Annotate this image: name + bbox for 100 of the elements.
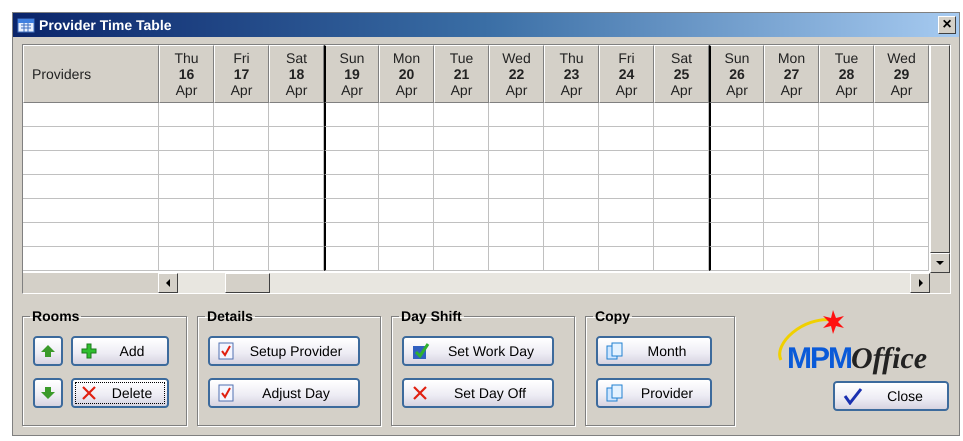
table-cell (819, 127, 874, 151)
table-cell (269, 223, 324, 247)
move-up-button[interactable] (33, 336, 63, 366)
scroll-thumb[interactable] (225, 273, 270, 293)
day-column-header[interactable]: Sun 26 Apr (709, 45, 764, 103)
table-cell (379, 223, 434, 247)
column-header[interactable]: Providers (23, 45, 159, 103)
horizontal-scrollbar[interactable] (23, 273, 930, 293)
day-column-header[interactable]: Sat 25 Apr (654, 45, 709, 103)
table-cell (434, 199, 489, 223)
table-cell (269, 175, 324, 199)
table-cell (599, 247, 654, 271)
action-button[interactable]: Set Day Off (402, 378, 554, 408)
move-down-button[interactable] (33, 378, 63, 408)
day-column-header[interactable]: Thu 23 Apr (544, 45, 599, 103)
table-cell (599, 223, 654, 247)
day-column-header[interactable]: Wed 22 Apr (489, 45, 544, 103)
table-cell (764, 175, 819, 199)
table-cell (269, 103, 324, 127)
action-button[interactable]: Adjust Day (208, 378, 360, 408)
table-cell (324, 175, 379, 199)
table-cell (764, 151, 819, 175)
table-cell (214, 223, 269, 247)
table-cell (709, 127, 764, 151)
day-column-header[interactable]: Fri 17 Apr (214, 45, 269, 103)
table-cell (434, 151, 489, 175)
table-cell (764, 223, 819, 247)
table-cell (159, 199, 214, 223)
table-cell (324, 199, 379, 223)
table-cell (654, 151, 709, 175)
day-column-header[interactable]: Sat 18 Apr (269, 45, 324, 103)
day-column-header[interactable]: Sun 19 Apr (324, 45, 379, 103)
table-cell (874, 151, 929, 175)
table-cell (214, 151, 269, 175)
group-title: Rooms (31, 308, 80, 324)
window-title: Provider Time Table (39, 17, 173, 33)
action-button[interactable]: Set Work Day (402, 336, 554, 366)
close-dialog-button[interactable]: Close (833, 381, 949, 411)
day-column-header[interactable]: Thu 16 Apr (159, 45, 214, 103)
table-cell (159, 175, 214, 199)
table-cell (599, 127, 654, 151)
table-cell (214, 127, 269, 151)
action-button[interactable]: Add (71, 336, 169, 366)
table-cell (654, 127, 709, 151)
table-cell (544, 247, 599, 271)
plus-icon (81, 343, 97, 359)
action-button[interactable]: Provider (596, 378, 712, 408)
table-cell (324, 223, 379, 247)
table-cell (654, 103, 709, 127)
table-cell (379, 103, 434, 127)
table-cell (654, 223, 709, 247)
action-button[interactable]: Delete (71, 378, 169, 408)
table-cell (819, 199, 874, 223)
table-cell (489, 199, 544, 223)
day-column-header[interactable]: Wed 29 Apr (874, 45, 929, 103)
scroll-right-button[interactable] (910, 273, 930, 293)
scrollbar-corner (930, 273, 950, 293)
day-column-header[interactable]: Tue 21 Apr (434, 45, 489, 103)
day-column-header[interactable]: Tue 28 Apr (819, 45, 874, 103)
table-cell (709, 151, 764, 175)
day-column-header[interactable]: Mon 20 Apr (379, 45, 434, 103)
checked-document-icon (218, 384, 234, 402)
close-button[interactable]: × (938, 16, 956, 34)
table-cell (434, 127, 489, 151)
table-cell (709, 247, 764, 271)
day-column-header[interactable]: Fri 24 Apr (599, 45, 654, 103)
calendar-icon (17, 17, 35, 33)
table-cell (379, 199, 434, 223)
cross-icon (412, 385, 428, 401)
cross-icon (81, 385, 97, 401)
up-arrow-icon (40, 344, 56, 358)
table-cell (819, 151, 874, 175)
table-cell (764, 247, 819, 271)
table-cell (599, 103, 654, 127)
table-cell (379, 247, 434, 271)
scroll-down-button[interactable] (930, 253, 950, 273)
table-cell (874, 175, 929, 199)
action-button[interactable]: Setup Provider (208, 336, 360, 366)
table-cell (489, 223, 544, 247)
down-arrow-icon (936, 260, 944, 266)
table-cell (544, 199, 599, 223)
checked-document-icon (218, 342, 234, 360)
day-column-header[interactable]: Mon 27 Apr (764, 45, 819, 103)
table-cell (159, 247, 214, 271)
table-cell (269, 247, 324, 271)
left-arrow-icon (166, 279, 170, 287)
table-cell (214, 103, 269, 127)
table-cell (489, 103, 544, 127)
table-cell (159, 103, 214, 127)
table-cell (599, 151, 654, 175)
table-cell (489, 151, 544, 175)
table-cell (764, 127, 819, 151)
table-cell (874, 223, 929, 247)
group-title: Day Shift (400, 308, 463, 324)
table-cell (159, 127, 214, 151)
table-cell (709, 199, 764, 223)
table-cell (379, 175, 434, 199)
action-button[interactable]: Month (596, 336, 712, 366)
table-cell (874, 199, 929, 223)
scroll-left-button[interactable] (158, 273, 178, 293)
